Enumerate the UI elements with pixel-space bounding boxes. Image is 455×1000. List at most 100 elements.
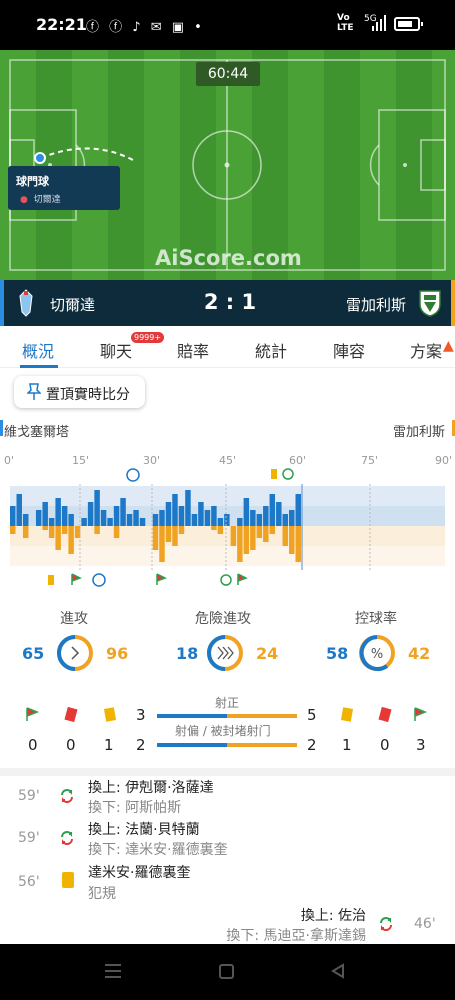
event-row[interactable]: 59' 換上: 法蘭·貝特蘭 換下: 達米安·羅德裏奎: [0, 818, 455, 862]
event-sub: 犯規: [88, 886, 116, 902]
momentum-away-team: 雷加利斯: [392, 425, 445, 440]
home-momentum-bar: [107, 518, 113, 526]
home-momentum-bar: [94, 490, 100, 526]
away-shots-on: 5: [307, 706, 317, 724]
attack-label: 進攻: [60, 611, 88, 627]
event-main: 換上: 佐治: [300, 908, 366, 924]
attack-momentum-chart: 0' 15' 30' 45' 60' 75' 90': [0, 448, 455, 596]
tab-stats[interactable]: 統計: [255, 338, 287, 362]
home-icon[interactable]: [219, 964, 234, 979]
substitution-icon: [61, 831, 73, 845]
status-time: 22:21: [36, 15, 87, 34]
home-shots-on: 3: [136, 706, 146, 724]
away-momentum-bar: [113, 526, 120, 538]
away-shots-off: 2: [307, 736, 317, 754]
event-sub: 換下: 馬迪亞·拿斯達錫: [226, 928, 366, 944]
battery-icon: [394, 17, 423, 31]
home-shots-on-bar: [157, 714, 227, 718]
event-player: 切爾達: [33, 195, 61, 205]
away-shots-off-bar: [227, 743, 297, 747]
event-row[interactable]: 56' 達米安·羅德裏奎 犯規: [0, 860, 455, 904]
home-momentum-bar: [269, 494, 276, 526]
home-momentum-bar: [191, 514, 198, 526]
event-sub: 換下: 達米安·羅德裏奎: [88, 842, 228, 858]
away-goal-icon[interactable]: [92, 573, 106, 587]
away-dangerous-value: 24: [256, 644, 279, 663]
away-yellow-card-icon[interactable]: [271, 469, 277, 479]
tab-overview[interactable]: 概況: [22, 338, 54, 362]
away-momentum-bar: [42, 526, 48, 530]
home-yellow-count: 1: [104, 736, 114, 754]
away-momentum-bar: [55, 526, 61, 550]
away-momentum-bar: [269, 526, 276, 534]
recents-icon[interactable]: [105, 964, 121, 978]
home-momentum-bar: [178, 506, 185, 526]
home-momentum-bar: [16, 494, 22, 526]
match-stats-panel: 進攻 危險進攻 控球率 65 96 18 24 58 % 42 3 射正 5 0…: [0, 602, 455, 768]
away-momentum-bar: [48, 526, 55, 538]
away-crest-icon[interactable]: [417, 288, 443, 318]
home-possession-value: 58: [326, 644, 349, 663]
home-momentum-bar: [237, 518, 243, 526]
home-momentum-bar: [204, 510, 211, 526]
attack-ring: [57, 635, 93, 671]
corner-flag-icon[interactable]: [237, 573, 248, 585]
section-divider: [0, 768, 455, 776]
scoreboard: 切爾達 2 : 1 雷加利斯: [0, 280, 455, 326]
event-row[interactable]: 59' 換上: 伊剋爾·洛薩達 換下: 阿斯帕斯: [0, 776, 455, 820]
tab-odds[interactable]: 賠率: [177, 338, 209, 362]
away-momentum-bar: [94, 526, 100, 534]
tab-tips[interactable]: 方案: [410, 338, 442, 362]
home-red-count: 0: [66, 736, 76, 754]
status-bar: 22:21 ⓕ ⓕ ♪ ✉ ▣ • Vo LTE 5G: [0, 0, 455, 50]
away-sub-icon[interactable]: [282, 468, 294, 480]
home-momentum-bar: [139, 518, 146, 526]
corner-flag-icon[interactable]: [71, 573, 82, 585]
away-possession-value: 42: [408, 644, 431, 663]
tab-lineup[interactable]: 陣容: [333, 338, 365, 362]
home-momentum-bar: [35, 510, 42, 526]
event-sub: 換下: 阿斯帕斯: [88, 800, 182, 816]
home-yellow-card-icon[interactable]: [48, 575, 54, 585]
away-momentum-bar: [152, 526, 159, 550]
home-momentum-bar: [81, 518, 87, 526]
away-momentum-bar: [211, 526, 217, 530]
away-momentum-bar: [263, 526, 269, 542]
home-corner-icon: [26, 707, 40, 721]
home-team-name[interactable]: 切爾達: [50, 294, 95, 315]
match-clock: 60:44: [196, 62, 260, 86]
event-row[interactable]: 換上: 佐治 換下: 馬迪亞·拿斯達錫 46': [0, 904, 455, 944]
shots-off-label: 射偏 / 被封堵射门: [175, 724, 271, 738]
home-crest-icon[interactable]: [18, 288, 34, 318]
tab-chat[interactable]: 聊天: [100, 338, 132, 362]
svg-text:%: %: [371, 647, 383, 662]
away-momentum-bar: [289, 526, 295, 554]
substitution-icon: [380, 917, 392, 931]
corner-flag-icon[interactable]: [156, 573, 167, 585]
yellow-card-icon: [62, 872, 74, 888]
home-momentum-bar: [217, 518, 224, 526]
watermark: AiScore.com: [155, 246, 302, 270]
home-sub-icon[interactable]: [220, 574, 232, 586]
pin-button-label: 置頂實時比分: [46, 387, 130, 403]
home-momentum-bar: [185, 490, 191, 526]
away-momentum-bar: [68, 526, 74, 554]
home-momentum-bar: [42, 502, 48, 526]
away-momentum-bar: [237, 526, 243, 562]
away-yellow-count: 1: [342, 736, 352, 754]
dangerous-ring: [207, 635, 243, 671]
pin-live-score-button[interactable]: 置頂實時比分: [14, 376, 145, 408]
away-team-name[interactable]: 雷加利斯: [346, 294, 406, 315]
event-main: 換上: 法蘭·貝特蘭: [88, 822, 200, 838]
event-title: 球門球: [16, 175, 49, 188]
away-momentum-bar: [22, 526, 29, 538]
home-goal-icon[interactable]: [126, 468, 140, 482]
home-attack-value: 65: [22, 644, 45, 663]
away-red-card-icon: [378, 706, 392, 723]
home-momentum-bar: [289, 510, 295, 526]
home-shots-off: 2: [136, 736, 146, 754]
pin-icon: [27, 383, 41, 400]
back-icon[interactable]: [330, 963, 346, 979]
event-popup: 球門球 ● 切爾達: [8, 166, 120, 210]
home-dangerous-value: 18: [176, 644, 199, 663]
